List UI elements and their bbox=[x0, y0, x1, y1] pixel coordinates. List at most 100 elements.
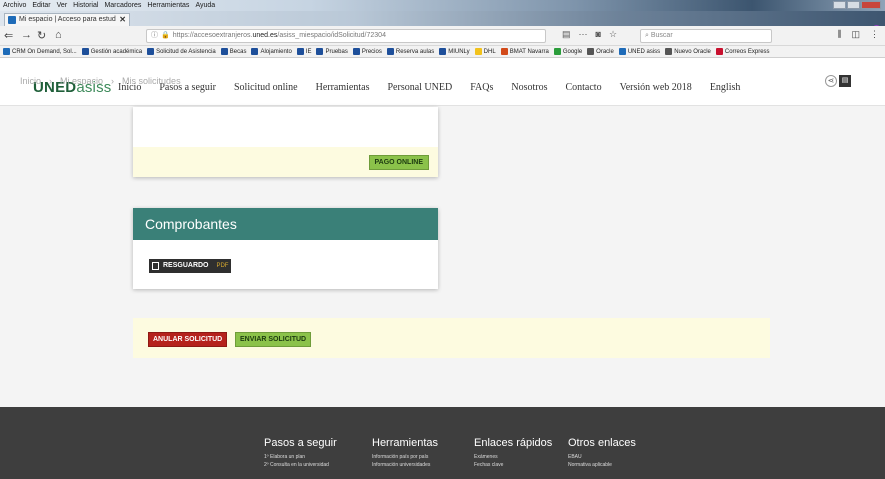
footer-title[interactable]: Otros enlaces bbox=[568, 437, 636, 449]
bookmark-item[interactable]: Solicitud de Asistencia bbox=[147, 46, 216, 57]
bookmark-favicon-icon bbox=[386, 48, 394, 55]
pago-online-button[interactable]: PAGO ONLINE bbox=[368, 155, 429, 170]
bookmark-item[interactable]: CRM On Demand, Sol... bbox=[3, 46, 77, 57]
browser-menubar: Archivo Editar Ver Historial Marcadores … bbox=[0, 0, 885, 11]
document-icon bbox=[152, 262, 159, 270]
url-bar[interactable]: ⓘ 🔒 https://accesoextranjeros.uned.es/asis… bbox=[146, 29, 546, 43]
reader-view-icon[interactable]: ▤ bbox=[562, 29, 571, 40]
anular-solicitud-button[interactable]: ANULAR SOLICITUD bbox=[148, 332, 228, 347]
bookmark-item[interactable]: Reserva aulas bbox=[386, 46, 434, 57]
bookmark-item[interactable]: Nuevo Oracle bbox=[665, 46, 711, 57]
menu-archivo[interactable]: Archivo bbox=[3, 0, 26, 11]
action-bar: ANULAR SOLICITUD ENVIAR SOLICITUD bbox=[133, 318, 770, 358]
page-actions-icon[interactable]: ⋯ bbox=[579, 29, 588, 40]
nav-personal[interactable]: Personal UNED bbox=[387, 82, 452, 93]
enviar-solicitud-button[interactable]: ENVIAR SOLICITUD bbox=[235, 332, 312, 347]
footer-col-herramientas: Herramientas Información país por país I… bbox=[372, 437, 438, 469]
bookmarks-bar: CRM On Demand, Sol... Gestión académica So… bbox=[0, 46, 885, 58]
minimize-button[interactable] bbox=[833, 1, 846, 9]
share-icon[interactable]: ⋖ bbox=[825, 75, 837, 87]
tab-close-icon[interactable]: ✕ bbox=[119, 14, 126, 26]
nav-version[interactable]: Versión web 2018 bbox=[620, 82, 692, 93]
tab-strip: Mi espacio | Acceso para estud ✕ + bbox=[0, 11, 885, 35]
bookmark-favicon-icon bbox=[474, 48, 482, 55]
browser-navbar: ⇐ → ↻ ⌂ ⓘ 🔒 https://accesoextranjeros.uned… bbox=[0, 26, 885, 46]
nav-nosotros[interactable]: Nosotros bbox=[511, 82, 547, 93]
bookmark-item[interactable]: Gestión académica bbox=[81, 46, 143, 57]
footer-link[interactable]: Información universidades bbox=[372, 461, 438, 469]
bookmark-favicon-icon bbox=[553, 48, 561, 55]
bookmark-item[interactable]: Alojamiento bbox=[251, 46, 292, 57]
nav-english[interactable]: English bbox=[710, 82, 741, 93]
footer-link[interactable]: EBAU bbox=[568, 453, 636, 461]
bookmark-item[interactable]: Correos Express bbox=[715, 46, 770, 57]
pocket-icon[interactable]: ◙ bbox=[596, 29, 601, 40]
comprobantes-title: Comprobantes bbox=[133, 208, 438, 240]
print-icon[interactable]: ▤ bbox=[839, 75, 851, 87]
bookmark-label: Pruebas bbox=[325, 48, 348, 55]
bookmark-item[interactable]: Google bbox=[553, 46, 582, 57]
menu-herramientas[interactable]: Herramientas bbox=[147, 0, 189, 11]
bookmark-item[interactable]: MIUNLy bbox=[439, 46, 470, 57]
nav-contacto[interactable]: Contacto bbox=[565, 82, 601, 93]
bookmark-item[interactable]: Precios bbox=[352, 46, 382, 57]
menu-historial[interactable]: Historial bbox=[73, 0, 98, 11]
bookmark-favicon-icon bbox=[3, 48, 10, 55]
maximize-button[interactable] bbox=[847, 1, 860, 9]
lock-icon: 🔒 bbox=[161, 32, 170, 39]
bookmark-label: BMAT Navarra bbox=[509, 48, 549, 55]
menu-ver[interactable]: Ver bbox=[57, 0, 68, 11]
pdf-badge: PDF bbox=[216, 263, 229, 269]
info-icon[interactable]: ⓘ bbox=[151, 32, 158, 39]
breadcrumb: Inicio › Mi espacio › Mis solicitudes bbox=[20, 76, 181, 86]
reload-icon[interactable]: ↻ bbox=[37, 29, 46, 42]
menu-editar[interactable]: Editar bbox=[32, 0, 50, 11]
site-footer: Pasos a seguir 1º Elabora un plan 2º Con… bbox=[0, 407, 885, 479]
bookmark-item[interactable]: DHL bbox=[474, 46, 496, 57]
footer-col-pasos: Pasos a seguir 1º Elabora un plan 2º Con… bbox=[264, 437, 337, 469]
browser-tab-active[interactable]: Mi espacio | Acceso para estud ✕ bbox=[4, 13, 130, 26]
bookmark-item[interactable]: BMAT Navarra bbox=[500, 46, 549, 57]
menu-ayuda[interactable]: Ayuda bbox=[195, 0, 215, 11]
resguardo-button[interactable]: RESGUARDO PDF bbox=[149, 259, 232, 273]
sidebar-icon[interactable]: ◫ bbox=[851, 29, 860, 40]
bookmark-favicon-icon bbox=[81, 48, 89, 55]
forward-arrow-icon[interactable]: → bbox=[21, 29, 32, 41]
nav-faqs[interactable]: FAQs bbox=[470, 82, 493, 93]
bookmark-label: DHL bbox=[483, 48, 496, 55]
breadcrumb-mi-espacio[interactable]: Mi espacio bbox=[60, 76, 103, 86]
library-icon[interactable]: ⫼ bbox=[837, 29, 841, 40]
bookmark-label: Gestión académica bbox=[90, 48, 143, 55]
breadcrumb-inicio[interactable]: Inicio bbox=[20, 76, 41, 86]
comprobantes-card: Comprobantes RESGUARDO PDF bbox=[133, 208, 438, 289]
window-close-button[interactable] bbox=[861, 1, 881, 9]
nav-herramientas[interactable]: Herramientas bbox=[316, 82, 370, 93]
uned-favicon-icon bbox=[8, 16, 16, 24]
footer-link[interactable]: 2º Consulta en la universidad bbox=[264, 461, 337, 469]
bookmark-label: Correos Express bbox=[724, 48, 770, 55]
window-controls bbox=[833, 1, 881, 9]
footer-link[interactable]: Exámenes bbox=[474, 453, 552, 461]
footer-link[interactable]: Información país por país bbox=[372, 453, 438, 461]
bookmark-item[interactable]: Becas bbox=[220, 46, 246, 57]
bookmark-item[interactable]: UNED asiss bbox=[618, 46, 660, 57]
menu-overflow-icon[interactable]: ⋮ bbox=[870, 29, 879, 40]
bookmark-item[interactable]: IE bbox=[296, 46, 311, 57]
menu-marcadores[interactable]: Marcadores bbox=[104, 0, 141, 11]
footer-link[interactable]: Fechas clave bbox=[474, 461, 552, 469]
footer-link[interactable]: 1º Elabora un plan bbox=[264, 453, 337, 461]
home-icon[interactable]: ⌂ bbox=[55, 29, 62, 41]
star-bookmark-icon[interactable]: ☆ bbox=[609, 29, 617, 40]
bookmark-label: Oracle bbox=[596, 48, 614, 55]
back-arrow-icon[interactable]: ⇐ bbox=[4, 29, 13, 42]
search-field[interactable]: ⌕ Buscar bbox=[640, 29, 772, 43]
bookmark-item[interactable]: Oracle bbox=[587, 46, 614, 57]
page-tools: ⋖ ▤ bbox=[825, 75, 851, 87]
footer-title[interactable]: Pasos a seguir bbox=[264, 437, 337, 449]
bookmark-item[interactable]: Pruebas bbox=[316, 46, 348, 57]
footer-title[interactable]: Herramientas bbox=[372, 437, 438, 449]
nav-solicitud[interactable]: Solicitud online bbox=[234, 82, 298, 93]
footer-title[interactable]: Enlaces rápidos bbox=[474, 437, 552, 449]
footer-link[interactable]: Normativa aplicable bbox=[568, 461, 636, 469]
url-domain: uned.es bbox=[252, 32, 278, 39]
